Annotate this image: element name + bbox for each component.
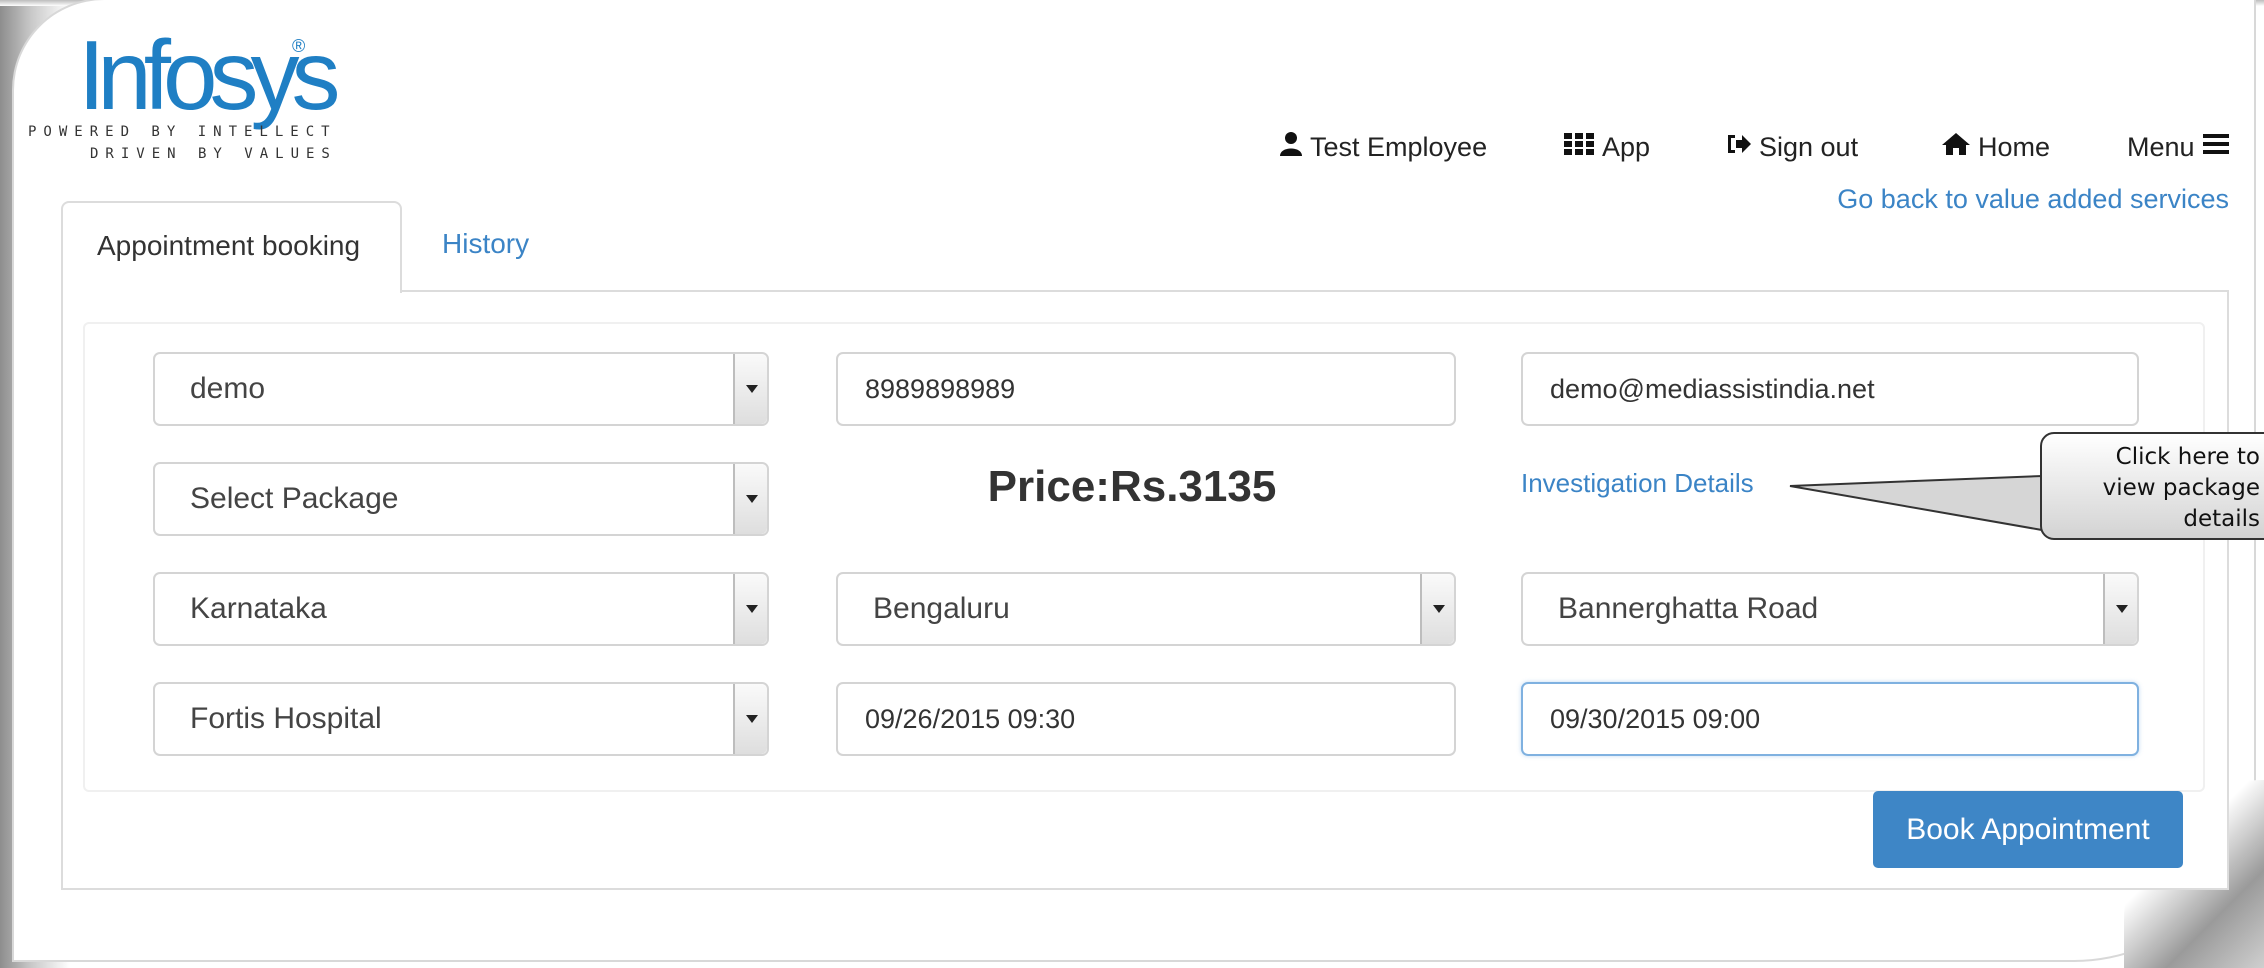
date-input-1[interactable]: 09/26/2015 09:30 — [836, 682, 1456, 756]
chevron-down-icon[interactable] — [733, 464, 767, 534]
callout-text: Click here to view package details — [2050, 442, 2260, 535]
callout-line-3: details — [2183, 506, 2260, 532]
locality-select-value: Bannerghatta Road — [1558, 592, 1819, 625]
email-input-value: demo@mediassistindia.net — [1550, 373, 1875, 404]
patient-select[interactable]: demo — [153, 352, 769, 426]
price-display: Price:Rs.3135 — [987, 462, 1277, 511]
user-icon — [1280, 132, 1302, 163]
logo-registered-mark: ® — [292, 36, 306, 56]
nav-user-label: Test Employee — [1310, 132, 1488, 162]
grid-icon — [1564, 133, 1594, 162]
date-input-2-value: 09/30/2015 09:00 — [1550, 703, 1761, 734]
nav-menu-label: Menu — [2127, 132, 2195, 162]
book-appointment-button[interactable]: Book Appointment — [1873, 791, 2183, 868]
state-select-value: Karnataka — [190, 592, 327, 625]
nav-app-label: App — [1602, 132, 1651, 162]
nav-menu[interactable]: Menu — [2127, 132, 2229, 163]
nav-sign-out-label: Sign out — [1759, 132, 1859, 162]
tab-appointment-booking[interactable]: Appointment booking — [61, 201, 402, 293]
callout-line-2: view package — [2102, 475, 2260, 501]
state-select[interactable]: Karnataka — [153, 572, 769, 646]
hamburger-icon — [2202, 133, 2229, 162]
package-select-value: Select Package — [190, 482, 399, 515]
chevron-down-icon[interactable] — [733, 354, 767, 424]
patient-select-value: demo — [190, 372, 266, 405]
tab-history[interactable]: History — [442, 228, 529, 260]
city-select-value: Bengaluru — [873, 592, 1010, 625]
investigation-details-link[interactable]: Investigation Details — [1521, 468, 1754, 499]
mobile-input-value: 8989898989 — [865, 373, 1016, 404]
city-select[interactable]: Bengaluru — [836, 572, 1456, 646]
email-input[interactable]: demo@mediassistindia.net — [1521, 352, 2139, 426]
home-icon — [1942, 133, 1970, 162]
date-input-2[interactable]: 09/30/2015 09:00 — [1521, 682, 2139, 756]
hospital-select[interactable]: Fortis Hospital — [153, 682, 769, 756]
help-callout: Click here to view package details — [2040, 432, 2264, 540]
nav-sign-out[interactable]: Sign out — [1725, 132, 1858, 163]
mobile-input[interactable]: 8989898989 — [836, 352, 1456, 426]
callout-line-1: Click here to — [2115, 444, 2260, 470]
sign-out-icon — [1725, 133, 1751, 162]
locality-select[interactable]: Bannerghatta Road — [1521, 572, 2139, 646]
nav-app[interactable]: App — [1564, 132, 1650, 163]
nav-user[interactable]: Test Employee — [1280, 132, 1487, 163]
chevron-down-icon[interactable] — [733, 684, 767, 754]
nav-home-label: Home — [1978, 132, 2051, 162]
go-back-link[interactable]: Go back to value added services — [1837, 184, 2229, 215]
nav-home[interactable]: Home — [1942, 132, 2050, 163]
callout-pointer — [1789, 474, 2043, 532]
chevron-down-icon[interactable] — [2103, 574, 2137, 644]
package-select[interactable]: Select Package — [153, 462, 769, 536]
hospital-select-value: Fortis Hospital — [190, 702, 382, 735]
tab-appointment-booking-label: Appointment booking — [97, 230, 361, 261]
date-input-1-value: 09/26/2015 09:30 — [865, 703, 1076, 734]
chevron-down-icon[interactable] — [733, 574, 767, 644]
chevron-down-icon[interactable] — [1420, 574, 1454, 644]
top-nav: Test Employee App Sign out Home Menu — [0, 132, 2264, 172]
